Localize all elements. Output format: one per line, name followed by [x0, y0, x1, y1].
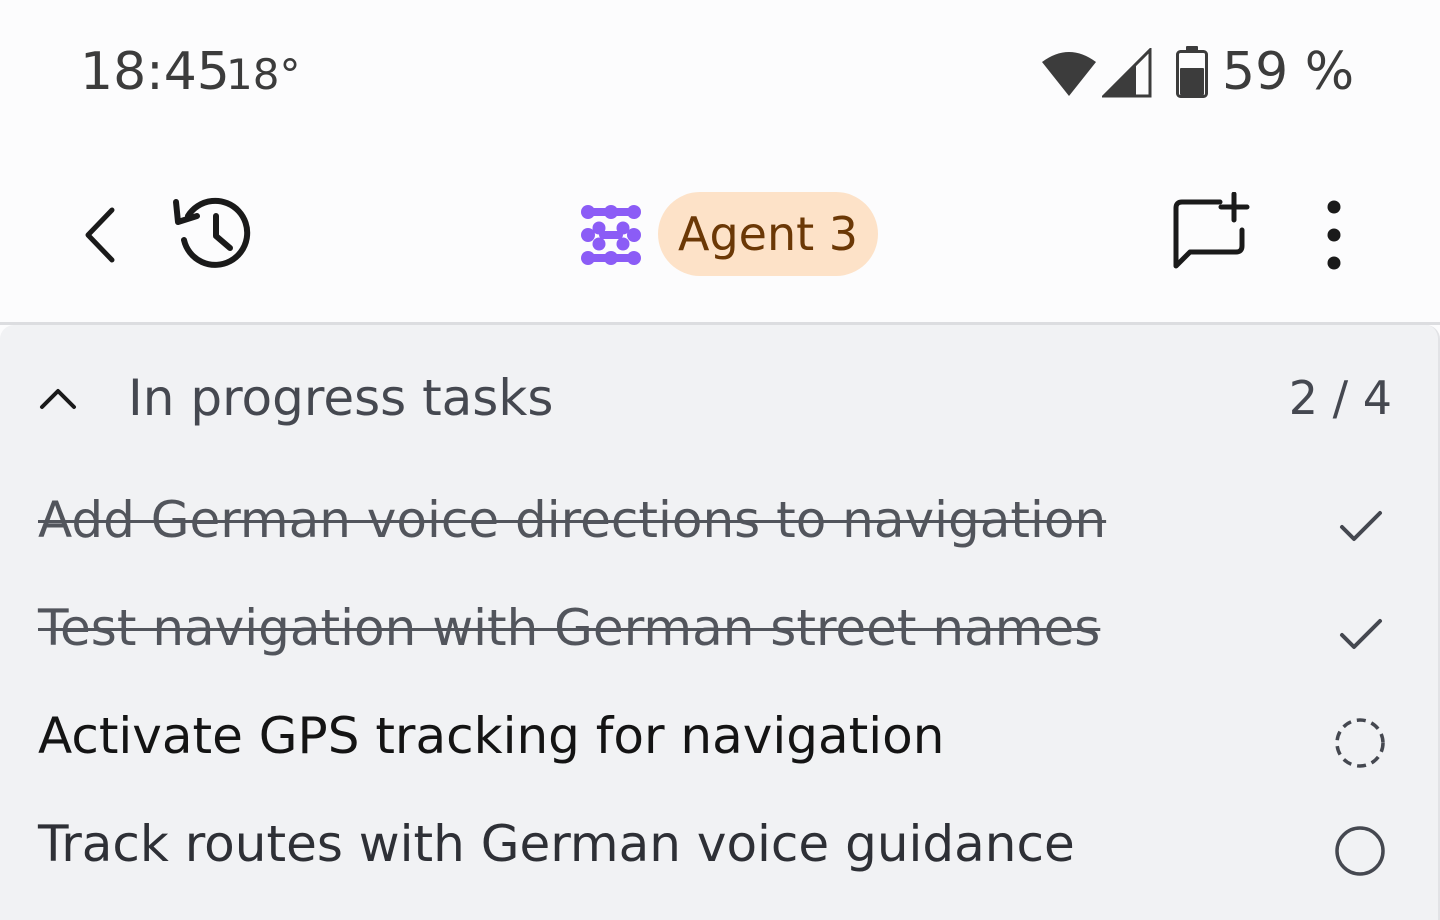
more-vertical-icon [1327, 200, 1341, 270]
empty-circle-icon [1330, 821, 1390, 885]
task-label: Track routes with German voice guidance [38, 815, 1075, 873]
in-progress-tasks-panel: In progress tasks 2 / 4 Add German voice… [0, 325, 1440, 920]
battery-icon [1176, 46, 1208, 102]
checkmark-icon [1330, 605, 1390, 669]
task-label: Add German voice directions to navigatio… [38, 491, 1107, 549]
task-row[interactable]: Activate GPS tracking for navigation [0, 691, 1440, 799]
chevron-up-icon[interactable] [36, 381, 80, 421]
status-bar: 18:45 18° 59 % [0, 0, 1440, 150]
top-app-bar: Agent 3 [0, 150, 1440, 324]
battery-percentage: 59 % [1222, 42, 1355, 102]
dashed-circle-icon [1330, 713, 1390, 777]
wifi-icon [1040, 50, 1098, 102]
clock: 18:45 [80, 42, 230, 102]
history-button[interactable] [170, 194, 260, 274]
task-label: Activate GPS tracking for navigation [38, 707, 945, 765]
new-chat-button[interactable] [1168, 191, 1254, 278]
task-label: Test navigation with German street names [38, 599, 1101, 657]
panel-title[interactable]: In progress tasks [128, 369, 553, 427]
task-row[interactable]: Test navigation with German street names [0, 583, 1440, 691]
agent-selector-chip[interactable]: Agent 3 [658, 192, 879, 276]
agent-logo-icon [580, 204, 642, 266]
temperature: 18° [226, 50, 301, 99]
back-button[interactable] [74, 200, 126, 270]
task-row[interactable]: Add German voice directions to navigatio… [0, 475, 1440, 583]
chevron-left-icon [85, 207, 115, 263]
checkmark-icon [1330, 497, 1390, 561]
history-icon [173, 197, 251, 268]
task-row[interactable]: Track routes with German voice guidance [0, 799, 1440, 907]
cell-signal-icon [1100, 46, 1152, 102]
more-options-button[interactable] [1312, 200, 1356, 270]
screen: 18:45 18° 59 % Agent 3 In progress tasks… [0, 0, 1440, 920]
task-progress-counter: 2 / 4 [1288, 371, 1392, 425]
add-comment-icon [1173, 191, 1250, 269]
